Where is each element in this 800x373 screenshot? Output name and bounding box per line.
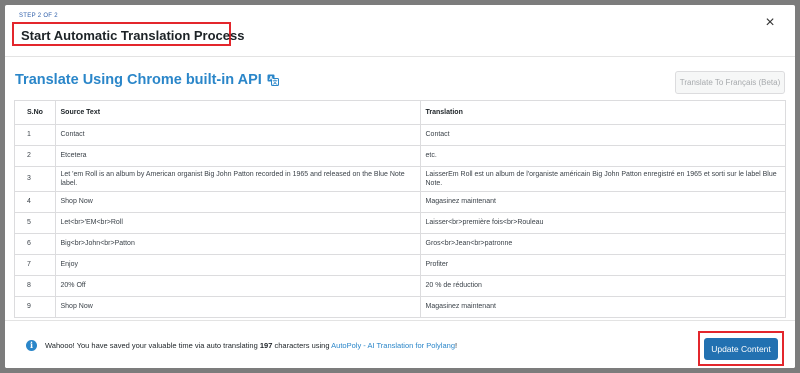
source-text-cell: Shop Now: [55, 191, 421, 213]
source-text-cell: Let<br>'EM<br>Roll: [55, 212, 421, 234]
savings-message-suffix: !: [455, 341, 458, 350]
row-number: 8: [15, 275, 56, 297]
translation-cell[interactable]: Magasinez maintenant: [420, 191, 785, 213]
table-row: 4 Shop Now Magasinez maintenant: [15, 191, 785, 213]
header-sno: S.No: [15, 101, 56, 125]
table-header-row: S.No Source Text Translation: [15, 101, 785, 125]
translation-modal: STEP 2 OF 2 Start Automatic Translation …: [5, 5, 795, 368]
translation-table: S.No Source Text Translation 1 Contact C…: [15, 101, 785, 317]
table-row: 8 20% Off 20 % de réduction: [15, 275, 785, 297]
row-number: 4: [15, 191, 56, 213]
row-number: 9: [15, 296, 56, 317]
translation-cell[interactable]: Magasinez maintenant: [420, 296, 785, 317]
info-icon: i: [26, 340, 37, 351]
source-text-cell: Shop Now: [55, 296, 421, 317]
title-highlight-box: Start Automatic Translation Process: [12, 22, 244, 46]
table-row: 7 Enjoy Profiter: [15, 254, 785, 276]
update-highlight-box: Update Content: [698, 331, 784, 366]
table-row: 5 Let<br>'EM<br>Roll Laisser<br>première…: [15, 212, 785, 234]
table-row: 6 Big<br>John<br>Patton Gros<br>Jean<br>…: [15, 233, 785, 255]
table-row: 1 Contact Contact: [15, 124, 785, 146]
autopoly-link[interactable]: AutoPoly - AI Translation for Polylang: [331, 341, 455, 350]
row-number: 6: [15, 233, 56, 255]
savings-message-prefix: Wahooo! You have saved your valuable tim…: [45, 341, 260, 350]
source-text-cell: Big<br>John<br>Patton: [55, 233, 421, 255]
row-number: 3: [15, 166, 56, 192]
row-number: 1: [15, 124, 56, 146]
translation-cell[interactable]: Profiter: [420, 254, 785, 276]
table-row: 3 Let 'em Roll is an album by American o…: [15, 166, 785, 192]
translate-icon: A 文: [267, 74, 279, 86]
update-content-button[interactable]: Update Content: [704, 338, 778, 360]
translation-cell[interactable]: 20 % de réduction: [420, 275, 785, 297]
translation-cell[interactable]: Gros<br>Jean<br>patronne: [420, 233, 785, 255]
row-number: 2: [15, 145, 56, 167]
translation-cell[interactable]: LaisserEm Roll est un album de l'organis…: [420, 166, 785, 192]
header-translation: Translation: [420, 101, 785, 125]
section-heading-text: Translate Using Chrome built-in API: [15, 72, 262, 88]
translation-cell[interactable]: Contact: [420, 124, 785, 146]
source-text-cell: 20% Off: [55, 275, 421, 297]
section-heading: Translate Using Chrome built-in API A 文: [15, 72, 279, 88]
savings-message-middle: characters using: [272, 341, 332, 350]
table-row: 2 Etcetera etc.: [15, 145, 785, 167]
source-text-cell: Enjoy: [55, 254, 421, 276]
table-row: 9 Shop Now Magasinez maintenant: [15, 296, 785, 317]
source-text-cell: Etcetera: [55, 145, 421, 167]
translation-table-container[interactable]: S.No Source Text Translation 1 Contact C…: [14, 100, 786, 318]
close-icon[interactable]: ×: [763, 15, 777, 31]
modal-header: STEP 2 OF 2 Start Automatic Translation …: [5, 5, 795, 57]
translation-cell[interactable]: Laisser<br>première fois<br>Rouleau: [420, 212, 785, 234]
translation-cell[interactable]: etc.: [420, 145, 785, 167]
row-number: 7: [15, 254, 56, 276]
modal-title: Start Automatic Translation Process: [21, 28, 245, 43]
row-number: 5: [15, 212, 56, 234]
source-text-cell: Let 'em Roll is an album by American org…: [55, 166, 421, 192]
translate-to-french-button[interactable]: Translate To Français (Beta): [675, 71, 785, 94]
header-source-text: Source Text: [55, 101, 421, 125]
savings-message: Wahooo! You have saved your valuable tim…: [45, 341, 457, 350]
character-count: 197: [259, 341, 273, 350]
step-indicator: STEP 2 OF 2: [19, 13, 58, 19]
source-text-cell: Contact: [55, 124, 421, 146]
modal-footer: i Wahooo! You have saved your valuable t…: [5, 320, 795, 368]
